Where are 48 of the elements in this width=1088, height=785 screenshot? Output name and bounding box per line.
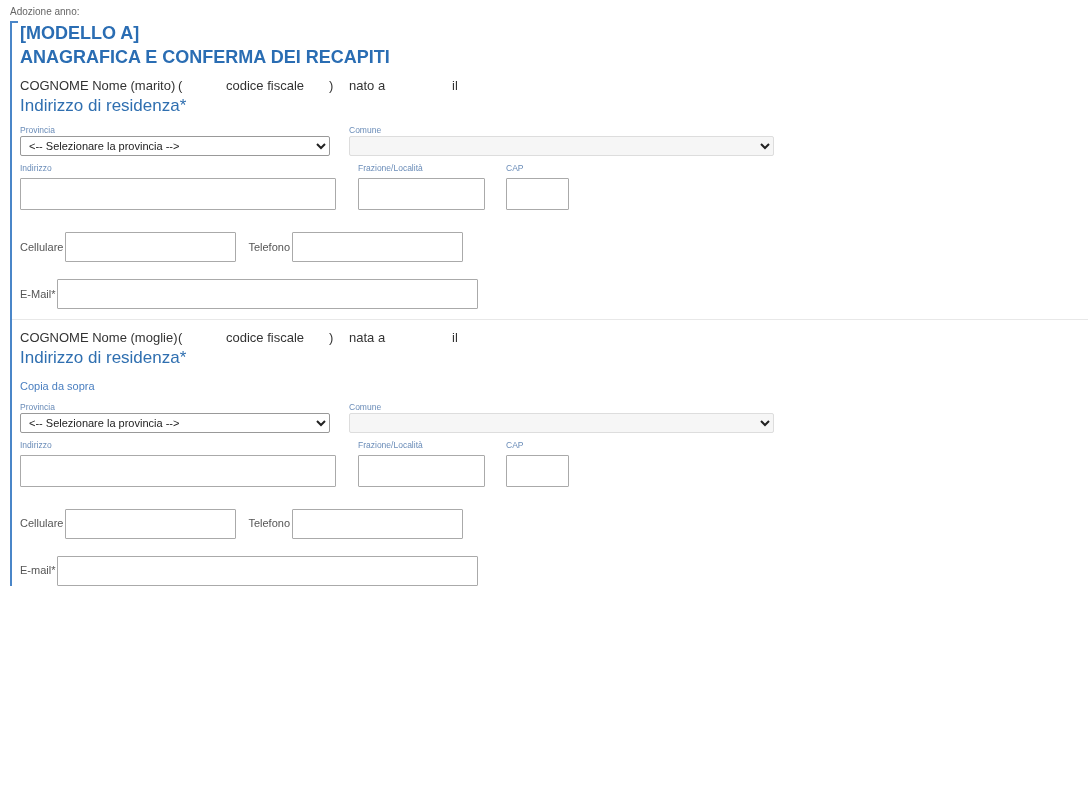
mobile-field[interactable] bbox=[65, 232, 237, 262]
parenthesis: ) bbox=[329, 329, 335, 347]
province-dropdown[interactable]: <-- Selezionare la provincia --> bbox=[20, 136, 330, 156]
section-heading: Indirizzo di residenza* bbox=[20, 96, 187, 115]
section-title: [MODELLO A] bbox=[20, 23, 140, 43]
postal-code-field[interactable] bbox=[506, 178, 569, 210]
tax-code-label: codice fiscale bbox=[226, 77, 306, 95]
locality-field[interactable] bbox=[358, 454, 485, 487]
parenthesis: ( bbox=[178, 329, 184, 347]
birthplace-label: nata a bbox=[349, 329, 387, 347]
page-label: Adozione anno: bbox=[10, 5, 81, 19]
person-name: COGNOME Nome (marito) bbox=[20, 77, 176, 95]
section-subtitle: ANAGRAFICA E CONFERMA DEI RECAPITI bbox=[20, 47, 390, 67]
province-dropdown[interactable]: <-- Selezionare la provincia --> bbox=[20, 412, 330, 433]
address-field[interactable] bbox=[20, 454, 336, 487]
person-name: COGNOME Nome (moglie) bbox=[20, 329, 178, 347]
mobile-field[interactable] bbox=[65, 508, 237, 539]
phone-field[interactable] bbox=[292, 232, 463, 262]
field-label: Frazione/Località bbox=[358, 438, 424, 452]
postal-code-field[interactable] bbox=[506, 454, 569, 487]
copy-link[interactable]: Copia da sopra bbox=[20, 380, 95, 392]
field-label: Telefono bbox=[248, 516, 290, 532]
email-field[interactable] bbox=[57, 279, 479, 309]
locality-field[interactable] bbox=[358, 178, 485, 210]
field-label: Cellulare bbox=[20, 516, 64, 532]
field-label: Telefono bbox=[248, 239, 290, 255]
birthplace-label: nato a bbox=[349, 77, 387, 95]
field-label: CAP bbox=[506, 438, 525, 452]
field-label: Provincia bbox=[20, 400, 56, 413]
birthdate-label: il bbox=[452, 77, 459, 95]
birthdate-label: il bbox=[452, 329, 459, 347]
field-label: Cellulare bbox=[20, 239, 64, 255]
field-label: E-mail* bbox=[20, 563, 56, 579]
field-label: Comune bbox=[349, 124, 383, 136]
parenthesis: ( bbox=[178, 77, 184, 95]
field-label: CAP bbox=[506, 162, 525, 175]
field-label: Frazione/Località bbox=[358, 162, 424, 175]
field-label: Provincia bbox=[20, 124, 56, 136]
address-field[interactable] bbox=[20, 178, 336, 210]
tax-code-label: codice fiscale bbox=[226, 329, 306, 347]
field-label: Indirizzo bbox=[20, 162, 53, 175]
email-field[interactable] bbox=[57, 555, 479, 586]
phone-field[interactable] bbox=[292, 508, 463, 539]
parenthesis: ) bbox=[329, 77, 335, 95]
field-label: Indirizzo bbox=[20, 438, 53, 452]
field-label: E-Mail* bbox=[20, 286, 56, 302]
field-label: Comune bbox=[349, 400, 383, 413]
section-heading: Indirizzo di residenza* bbox=[20, 348, 187, 367]
